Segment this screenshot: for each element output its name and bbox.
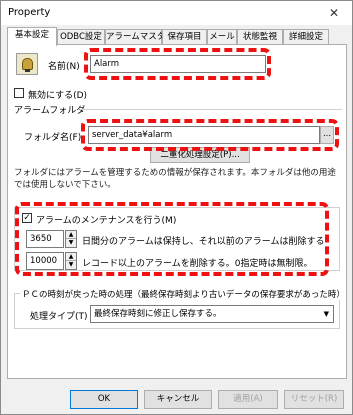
pc-time-group-title: ＰＣの時刻が戻った時の処理（最終保存時刻より古いデータの保存要求があった時） <box>20 288 346 300</box>
retention-days-spinner[interactable]: ▲ ▼ <box>65 230 77 248</box>
property-dialog: Property ✕ 基本設定 ODBC設定 アラームマスタ 保存項目 メール … <box>0 0 353 415</box>
folder-input[interactable]: server_data¥alarm <box>88 126 320 144</box>
folder-description: フォルダにはアラームを管理するための情報が保存されます。本フォルダは他の用途では… <box>14 168 336 190</box>
name-input[interactable]: Alarm <box>90 55 266 73</box>
ok-button[interactable]: OK <box>70 390 138 409</box>
chevron-down-icon[interactable]: ▼ <box>324 306 329 322</box>
retention-days-input[interactable]: 3650 <box>26 230 64 248</box>
folder-label: フォルダ名(F) <box>24 133 82 143</box>
close-icon[interactable]: ✕ <box>324 3 344 23</box>
window-title: Property <box>8 7 51 18</box>
disable-label: 無効にする(D) <box>28 91 88 101</box>
tab-odbc-settings[interactable]: ODBC設定 <box>57 29 105 45</box>
maintenance-label: アラームのメンテナンスを行う(M) <box>36 216 177 226</box>
tab-detail-settings[interactable]: 詳細設定 <box>283 29 329 45</box>
process-type-value: 最終保存時刻に修正し保存する。 <box>94 309 222 319</box>
process-type-select[interactable]: 最終保存時刻に修正し保存する。 ▼ <box>90 305 334 323</box>
tab-alarm-master[interactable]: アラームマスタ <box>105 29 165 45</box>
tab-status-monitor[interactable]: 状態監視 <box>237 29 283 45</box>
reset-button[interactable]: リセット(R) <box>284 390 344 409</box>
spin-down-icon[interactable]: ▼ <box>66 261 76 269</box>
tab-basic-settings[interactable]: 基本設定 <box>7 27 57 46</box>
spin-up-icon[interactable]: ▲ <box>66 231 76 239</box>
name-label: 名前(N) <box>48 62 80 72</box>
tab-mail[interactable]: メール <box>207 29 237 45</box>
duplex-settings-button[interactable]: 二重化処理設定(P)... <box>150 147 250 163</box>
record-limit-label: レコード以上のアラームを削除する。0指定時は無制限。 <box>82 259 313 269</box>
tab-save-items[interactable]: 保存項目 <box>162 29 207 45</box>
maintenance-checkbox[interactable]: ✓ <box>22 213 32 223</box>
retention-days-label: 日間分のアラームは保持し、それ以前のアラームは削除する <box>82 237 325 247</box>
tab-panel-basic: 名前(N) Alarm 無効にする(D) アラームフォルダ フォルダ名(F) s… <box>7 44 347 379</box>
browse-folder-button[interactable]: ... <box>320 126 334 144</box>
title-bar: Property ✕ <box>1 1 352 25</box>
spin-up-icon[interactable]: ▲ <box>66 253 76 261</box>
record-limit-input[interactable]: 10000 <box>26 252 64 270</box>
spin-down-icon[interactable]: ▼ <box>66 239 76 247</box>
tab-strip: 基本設定 ODBC設定 アラームマスタ 保存項目 メール 状態監視 詳細設定 <box>7 27 347 46</box>
folder-group-divider <box>80 109 342 110</box>
folder-group-title: アラームフォルダ <box>14 103 89 116</box>
alarm-bell-icon <box>16 53 38 75</box>
process-type-label: 処理タイプ(T) <box>30 312 88 322</box>
apply-button[interactable]: 適用(A) <box>218 390 278 409</box>
record-limit-spinner[interactable]: ▲ ▼ <box>65 252 77 270</box>
disable-checkbox[interactable] <box>14 88 24 98</box>
cancel-button[interactable]: キャンセル <box>144 390 212 409</box>
